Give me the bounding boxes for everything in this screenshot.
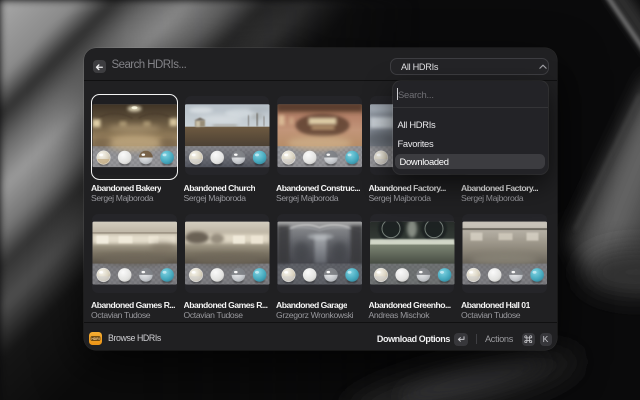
- svg-text:HDRI: HDRI: [91, 336, 99, 340]
